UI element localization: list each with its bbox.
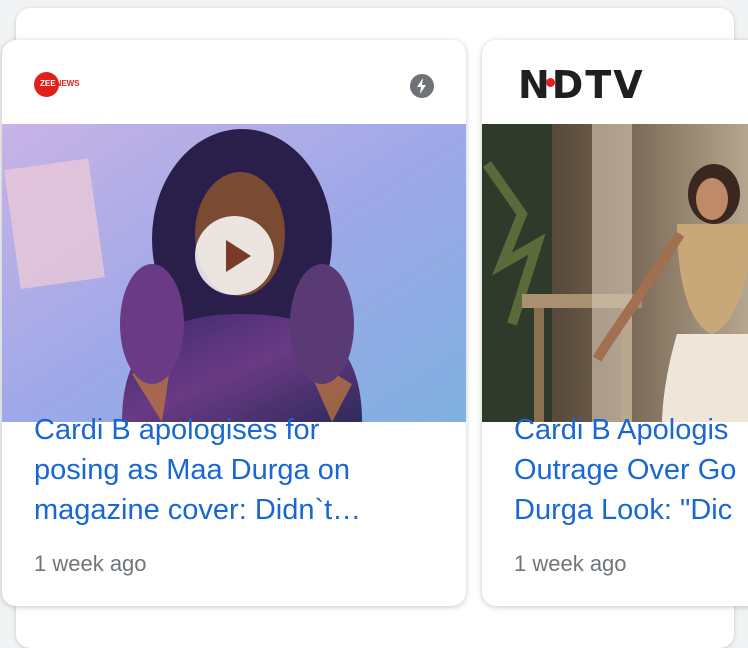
title-line: posing as Maa Durga on bbox=[34, 454, 350, 486]
amp-lightning-icon bbox=[410, 74, 434, 98]
ndtv-logo: NDTV bbox=[518, 63, 645, 107]
title-line: Durga Look: "Dic bbox=[514, 494, 733, 526]
article-thumbnail[interactable] bbox=[482, 124, 748, 422]
card-header: ZEENEWS bbox=[2, 40, 466, 124]
card-header: NDTV bbox=[482, 40, 748, 124]
zee-news-logo: ZEENEWS bbox=[34, 72, 104, 98]
news-card[interactable]: ZEENEWS Cardi B apologises for posing as… bbox=[2, 40, 466, 606]
news-card[interactable]: NDTV Cardi B Apologis Outrage Over Go Du… bbox=[482, 40, 748, 606]
title-line: magazine cover: Didn`t… bbox=[34, 494, 362, 526]
play-video-button[interactable] bbox=[195, 216, 274, 295]
article-title[interactable]: Cardi B Apologis Outrage Over Go Durga L… bbox=[514, 410, 748, 530]
title-line: Outrage Over Go bbox=[514, 454, 737, 486]
article-timestamp: 1 week ago bbox=[34, 551, 147, 576]
article-thumbnail[interactable] bbox=[2, 124, 466, 422]
article-title[interactable]: Cardi B apologises for posing as Maa Dur… bbox=[34, 410, 454, 530]
title-line: Cardi B Apologis bbox=[514, 414, 729, 446]
article-timestamp: 1 week ago bbox=[514, 551, 627, 576]
play-icon bbox=[226, 240, 251, 272]
title-line: Cardi B apologises for bbox=[34, 414, 320, 446]
